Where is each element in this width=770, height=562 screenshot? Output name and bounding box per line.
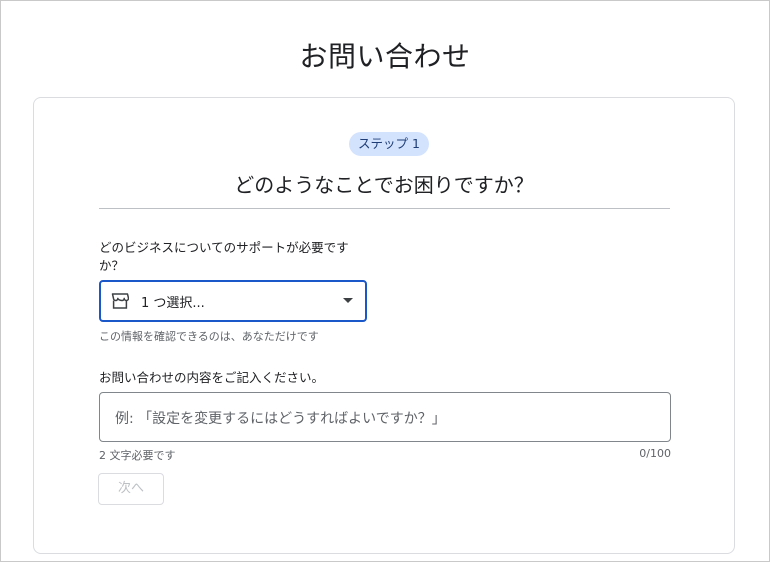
step-question: どのようなことでお困りですか？	[234, 173, 534, 197]
contact-form-card: ステップ 1 どのようなことでお困りですか？ どのビジネスについてのサポートが必…	[33, 97, 735, 554]
dropdown-arrow-icon	[343, 298, 353, 303]
business-select[interactable]: 1 つ選択...	[99, 280, 367, 322]
inquiry-label: お問い合わせの内容をご記入ください。	[99, 370, 325, 385]
page-title: お問い合わせ	[299, 39, 471, 73]
inquiry-input[interactable]: 例: 「設定を変更するにはどうすればよいですか？」	[99, 392, 671, 442]
business-select-value: 1 つ選択...	[141, 296, 205, 311]
inquiry-helper-text: 2 文字必要です	[99, 449, 176, 462]
step-badge: ステップ 1	[349, 132, 429, 156]
next-button[interactable]: 次へ	[98, 473, 164, 505]
business-select-label: どのビジネスについてのサポートが必要ですか？	[99, 240, 349, 273]
store-icon	[111, 293, 129, 309]
inquiry-char-count: 0/100	[639, 447, 671, 460]
section-divider	[99, 208, 670, 209]
privacy-note: この情報を確認できるのは、あなただけです	[99, 330, 319, 343]
inquiry-placeholder: 例: 「設定を変更するにはどうすればよいですか？」	[115, 411, 446, 427]
